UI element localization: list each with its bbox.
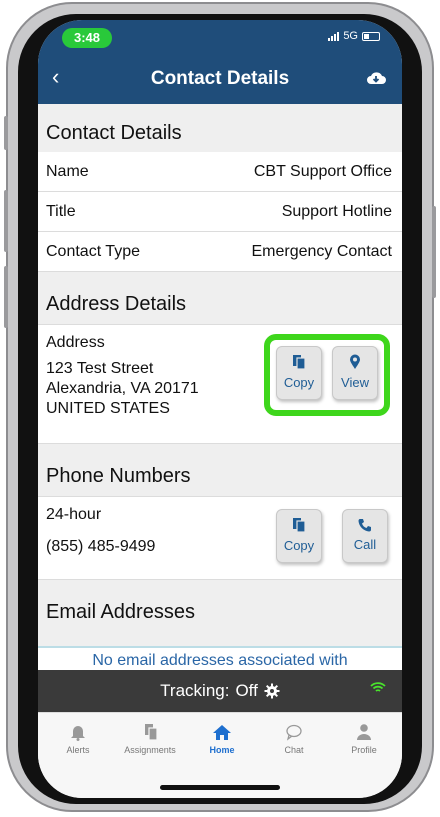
content-area[interactable]: Contact Details Name CBT Support Office … [38, 104, 402, 664]
phone-icon [358, 518, 371, 531]
tab-bar: Alerts Assignments Home Chat Profile [38, 712, 402, 798]
contact-row-title: Title Support Hotline [38, 192, 402, 232]
tab-alerts[interactable]: Alerts [42, 723, 114, 755]
user-icon [357, 724, 371, 740]
tab-label: Home [209, 745, 235, 755]
copy-phone-button[interactable]: Copy [276, 509, 322, 563]
header-bar: 3:48 5G ‹ Contact Details [38, 20, 402, 104]
address-block: Address 123 Test Street Alexandria, VA 2… [38, 324, 402, 444]
tracking-label: Tracking: [160, 681, 230, 700]
screen: 3:48 5G ‹ Contact Details Contact Detail… [38, 20, 402, 798]
status-indicators: 5G [328, 30, 380, 42]
documents-icon [145, 724, 158, 741]
signal-icon [328, 31, 340, 41]
call-label: Call [353, 536, 377, 552]
tab-profile[interactable]: Profile [328, 723, 400, 755]
tab-label: Chat [284, 745, 304, 755]
phone-block: 24-hour (855) 485-9499 Copy Call [38, 496, 402, 580]
tab-assignments[interactable]: Assignments [114, 723, 186, 755]
home-icon [213, 725, 231, 740]
phone-section-title: Phone Numbers [46, 465, 191, 487]
contact-row-name: Name CBT Support Office [38, 152, 402, 192]
view-label: View [341, 374, 369, 390]
copy-label: Copy [283, 374, 315, 390]
volume-up-button [4, 190, 8, 252]
row-value: CBT Support Office [253, 162, 392, 180]
row-label: Contact Type [46, 242, 140, 260]
status-time: 3:48 [62, 28, 113, 48]
copy-address-button[interactable]: Copy [276, 346, 322, 400]
tab-home[interactable]: Home [186, 723, 258, 755]
tab-label: Profile [351, 745, 377, 755]
address-section-title: Address Details [46, 293, 187, 315]
tab-chat[interactable]: Chat [258, 723, 330, 755]
tracking-bar[interactable]: Tracking: Off [38, 670, 402, 712]
map-pin-icon [350, 354, 360, 369]
email-section-title: Email Addresses [46, 601, 195, 623]
copy-label: Copy [283, 537, 315, 553]
row-label: Title [46, 202, 76, 220]
chat-icon [286, 724, 302, 741]
row-label: Name [46, 162, 89, 180]
tab-label: Alerts [66, 745, 90, 755]
mute-switch [4, 116, 8, 150]
copy-icon [293, 517, 306, 533]
network-type: 5G [343, 30, 358, 42]
tracking-state: Off [235, 681, 258, 700]
power-button [432, 206, 436, 298]
contact-section-title: Contact Details [46, 122, 182, 144]
wifi-icon [370, 682, 386, 692]
volume-down-button [4, 266, 8, 328]
row-value: Support Hotline [281, 202, 392, 220]
contact-row-type: Contact Type Emergency Contact [38, 232, 402, 272]
copy-icon [293, 354, 306, 370]
gear-icon[interactable] [264, 683, 280, 699]
view-map-button[interactable]: View [332, 346, 378, 400]
row-value: Emergency Contact [251, 242, 392, 260]
cloud-download-icon[interactable] [366, 70, 386, 91]
home-indicator[interactable] [160, 785, 280, 790]
call-button[interactable]: Call [342, 509, 388, 563]
bell-icon [71, 726, 85, 741]
page-title: Contact Details [150, 68, 290, 89]
battery-icon [362, 31, 380, 41]
tab-label: Assignments [124, 745, 176, 755]
